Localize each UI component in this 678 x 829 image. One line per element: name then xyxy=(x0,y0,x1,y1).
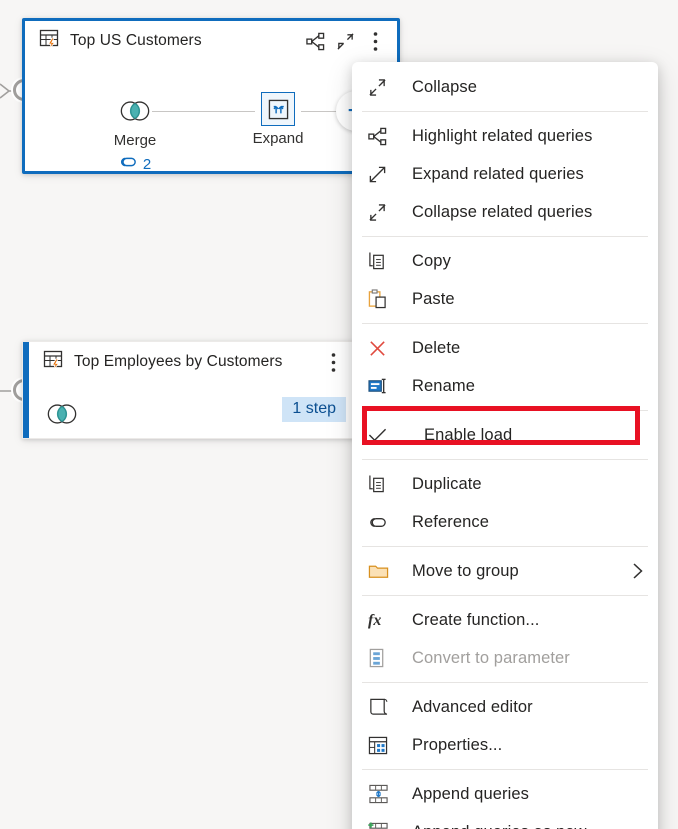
collapse-related-queries-icon xyxy=(368,200,402,224)
merge-icon[interactable] xyxy=(45,397,79,431)
parameter-icon xyxy=(368,646,402,670)
menu-item-label: Advanced editor xyxy=(412,698,533,717)
menu-separator xyxy=(362,459,648,460)
menu-item-label: Copy xyxy=(412,252,451,271)
menu-item-reference[interactable]: Reference xyxy=(352,503,658,541)
function-fx-icon: fx xyxy=(368,608,402,632)
menu-separator xyxy=(362,111,648,112)
check-icon xyxy=(368,423,402,447)
menu-item-enable-load[interactable]: Enable load xyxy=(352,416,658,454)
menu-item-collapse[interactable]: Collapse xyxy=(352,68,658,106)
reference-count: 2 xyxy=(143,156,151,173)
more-options-icon[interactable] xyxy=(319,348,347,376)
menu-item-highlight-related-queries[interactable]: Highlight related queries xyxy=(352,117,658,155)
delete-x-icon xyxy=(368,336,402,360)
menu-item-append-queries[interactable]: Append queries xyxy=(352,775,658,813)
highlight-related-queries-icon xyxy=(368,124,402,148)
collapse-icon[interactable] xyxy=(331,27,359,55)
menu-separator xyxy=(362,595,648,596)
query-card-top-employees-by-customers[interactable]: Top Employees by Customers xyxy=(22,341,356,439)
query-card-steps-2: 1 step xyxy=(23,382,355,478)
menu-item-label: Append queries xyxy=(412,785,529,804)
step-label: Expand xyxy=(240,130,316,147)
menu-item-rename[interactable]: Rename xyxy=(352,367,658,405)
menu-separator xyxy=(362,323,648,324)
menu-item-duplicate[interactable]: Duplicate xyxy=(352,465,658,503)
reference-link-icon xyxy=(368,510,402,534)
query-card-title: Top US Customers xyxy=(70,32,202,50)
menu-item-append-queries-as-new[interactable]: Append queries as new xyxy=(352,813,658,829)
menu-item-paste[interactable]: Paste xyxy=(352,280,658,318)
menu-item-label: Enable load xyxy=(424,426,512,445)
properties-icon xyxy=(368,733,402,757)
menu-item-label: Collapse related queries xyxy=(412,203,592,222)
step-reference-badge[interactable]: 2 xyxy=(97,155,173,173)
menu-item-collapse-related-queries[interactable]: Collapse related queries xyxy=(352,193,658,231)
menu-item-label: Duplicate xyxy=(412,475,482,494)
svg-text:fx: fx xyxy=(368,612,381,629)
step-expand[interactable]: Expand xyxy=(240,92,316,147)
folder-icon xyxy=(368,559,402,583)
query-card-header-1: Top US Customers xyxy=(25,21,397,61)
menu-separator xyxy=(362,769,648,770)
menu-item-create-function[interactable]: fx Create function... xyxy=(352,601,658,639)
duplicate-icon xyxy=(368,472,402,496)
append-queries-icon xyxy=(368,782,402,806)
expand-columns-icon xyxy=(261,92,295,126)
query-card-top-us-customers[interactable]: Top US Customers xyxy=(22,18,400,174)
step-label: Merge xyxy=(97,132,173,149)
merge-icon xyxy=(118,94,152,128)
menu-item-advanced-editor[interactable]: Advanced editor xyxy=(352,688,658,726)
rename-icon xyxy=(368,374,402,398)
collapse-icon xyxy=(368,75,402,99)
reference-link-icon xyxy=(119,155,138,173)
query-card-steps-1: Merge 2 xyxy=(25,61,397,211)
table-lightning-icon xyxy=(39,28,61,55)
append-queries-as-new-icon xyxy=(368,820,402,829)
query-card-header-actions-1 xyxy=(301,27,389,55)
diagram-view-root: Top US Customers xyxy=(0,0,678,829)
chevron-right-icon xyxy=(632,562,644,580)
menu-item-label: Reference xyxy=(412,513,489,532)
menu-item-label: Paste xyxy=(412,290,455,309)
menu-separator xyxy=(362,410,648,411)
paste-icon xyxy=(368,287,402,311)
menu-item-label: Move to group xyxy=(412,562,519,581)
query-card-header-actions-2 xyxy=(319,348,347,376)
copy-icon xyxy=(368,249,402,273)
more-options-icon[interactable] xyxy=(361,27,389,55)
menu-separator xyxy=(362,236,648,237)
menu-item-label: Collapse xyxy=(412,78,477,97)
menu-item-label: Convert to parameter xyxy=(412,649,570,668)
expand-related-queries-icon xyxy=(368,162,402,186)
advanced-editor-icon xyxy=(368,695,402,719)
menu-separator xyxy=(362,546,648,547)
menu-item-label: Delete xyxy=(412,339,460,358)
menu-item-move-to-group[interactable]: Move to group xyxy=(352,552,658,590)
menu-item-label: Append queries as new xyxy=(412,823,587,829)
menu-item-label: Rename xyxy=(412,377,475,396)
query-card-title: Top Employees by Customers xyxy=(74,353,283,371)
step-count-badge[interactable]: 1 step xyxy=(282,397,346,422)
menu-item-convert-to-parameter: Convert to parameter xyxy=(352,639,658,677)
menu-item-delete[interactable]: Delete xyxy=(352,329,658,367)
menu-item-copy[interactable]: Copy xyxy=(352,242,658,280)
menu-item-label: Properties... xyxy=(412,736,502,755)
highlight-related-queries-icon[interactable] xyxy=(301,27,329,55)
menu-item-properties[interactable]: Properties... xyxy=(352,726,658,764)
menu-item-label: Expand related queries xyxy=(412,165,584,184)
menu-item-label: Create function... xyxy=(412,611,539,630)
menu-item-expand-related-queries[interactable]: Expand related queries xyxy=(352,155,658,193)
query-card-header-2: Top Employees by Customers xyxy=(23,342,355,382)
query-context-menu[interactable]: Collapse Highlight related queries xyxy=(352,62,658,829)
menu-separator xyxy=(362,682,648,683)
menu-item-label: Highlight related queries xyxy=(412,127,592,146)
table-lightning-icon xyxy=(43,349,65,376)
step-merge[interactable]: Merge 2 xyxy=(97,94,173,173)
